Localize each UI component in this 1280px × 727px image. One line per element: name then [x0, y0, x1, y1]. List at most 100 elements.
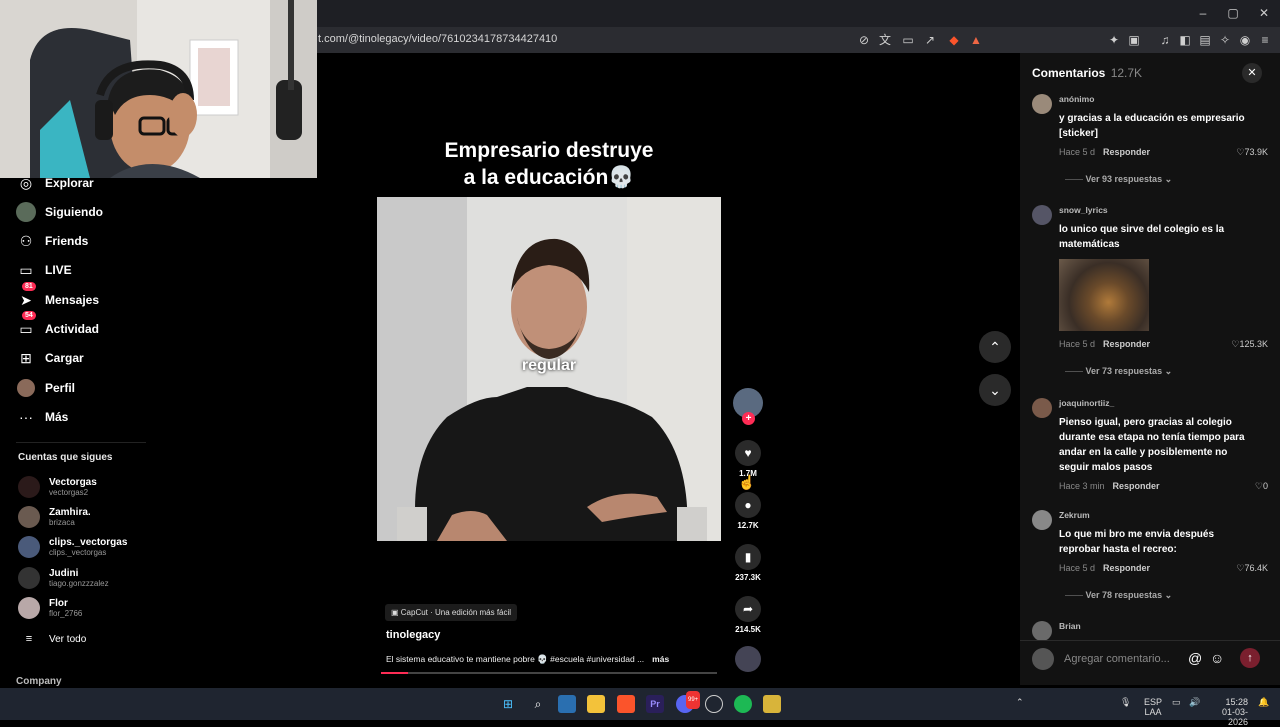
share-icon[interactable]: ↗ [922, 32, 938, 48]
file-explorer-icon[interactable] [587, 695, 605, 713]
comment-item: Brian [1032, 621, 1268, 641]
avatar[interactable] [1032, 94, 1052, 114]
leo-ai-icon[interactable]: ✧ [1217, 32, 1233, 48]
reply-button[interactable]: Responder [1103, 147, 1150, 157]
chevron-down-icon: ⌄ [989, 381, 1001, 398]
following-account[interactable]: Judini tiago.gonzzzalez [18, 567, 109, 589]
media-icon[interactable]: ♫ [1157, 32, 1173, 48]
photos-icon[interactable] [558, 695, 576, 713]
comment-button[interactable]: ● 12.7K [735, 492, 761, 530]
view-replies-button[interactable]: —— Ver 73 respuestas ⌄ [1065, 366, 1172, 377]
sidebar-item-actividad[interactable]: ▭ 54 Actividad [16, 311, 99, 340]
comment-user[interactable]: joaquinortiiz_ [1059, 398, 1114, 408]
comment-like-button[interactable]: ♡73.9K [1236, 147, 1268, 158]
sidebar-item-label: Cargar [45, 351, 84, 365]
translate-icon[interactable]: 文 [877, 32, 893, 48]
url-text[interactable]: t.com/@tinolegacy/video/7610234178734427… [318, 33, 557, 45]
no-tracking-icon[interactable]: ⊘ [856, 32, 872, 48]
vpn-icon[interactable]: ◉ [1237, 32, 1253, 48]
company-link[interactable]: Company [16, 676, 62, 687]
extensions-icon[interactable]: ✦ [1106, 32, 1122, 48]
cast-icon[interactable]: ▭ [900, 32, 916, 48]
comment-user[interactable]: Zekrum [1059, 510, 1090, 520]
tray-chevron-icon[interactable]: ⌃ [1016, 697, 1024, 708]
avatar[interactable] [1032, 398, 1052, 418]
comment-user[interactable]: anónimo [1059, 94, 1094, 104]
screenshot-icon[interactable]: ▣ [1126, 32, 1142, 48]
comment-like-button[interactable]: ♡76.4K [1236, 563, 1268, 574]
volume-icon[interactable]: 🔊 [1189, 697, 1200, 708]
video-player[interactable]: regular [377, 197, 721, 541]
see-all-link[interactable]: ≡ Ver todo [18, 633, 86, 645]
avatar[interactable] [1032, 205, 1052, 225]
sidebar-item-mensajes[interactable]: ➤ 81 Mensajes [16, 282, 99, 311]
mention-icon[interactable]: @ [1188, 650, 1202, 666]
more-link[interactable]: más [652, 654, 669, 664]
save-button[interactable]: ▮ 237.3K [735, 544, 761, 582]
capcut-tag[interactable]: ▣ CapCut · Una edición más fácil [385, 604, 518, 621]
reply-button[interactable]: Responder [1103, 339, 1150, 349]
activity-badge: 54 [22, 311, 36, 320]
comment-input[interactable]: Agregar comentario... [1054, 647, 1184, 671]
following-account[interactable]: clips._vectorgas clips._vectorgas [18, 536, 127, 558]
minimize-button[interactable]: – [1188, 4, 1218, 22]
network-icon[interactable]: ▭ [1172, 697, 1181, 708]
app-icon[interactable] [763, 695, 781, 713]
brave-rewards-icon[interactable]: ▲ [968, 32, 984, 48]
clock[interactable]: 15:28 01-03-2026 [1208, 697, 1248, 727]
close-window-button[interactable]: ✕ [1249, 4, 1279, 22]
comment-like-button[interactable]: ♡125.3K [1231, 339, 1268, 350]
menu-icon[interactable]: ≡ [1257, 32, 1273, 48]
emoji-icon[interactable]: ☺ [1210, 650, 1224, 666]
creator-avatar-button[interactable]: + [733, 388, 763, 425]
sidebar-item-cargar[interactable]: ⊞ Cargar [16, 347, 84, 369]
sidebar-item-friends[interactable]: ⚇ Friends [16, 230, 89, 252]
sidebar-item-live[interactable]: ▭ LIVE [16, 259, 71, 281]
comment-sticker-image[interactable] [1059, 259, 1149, 331]
follow-plus-icon[interactable]: + [742, 412, 755, 425]
previous-video-button[interactable]: ⌃ [979, 331, 1011, 363]
view-replies-button[interactable]: —— Ver 93 respuestas ⌄ [1065, 174, 1172, 185]
comment-like-button[interactable]: ♡0 [1255, 481, 1268, 492]
following-account[interactable]: Flor flor_2766 [18, 597, 82, 619]
discord-icon[interactable]: 99+ [676, 691, 701, 713]
music-disc-button[interactable] [735, 646, 761, 672]
obs-icon[interactable] [705, 695, 723, 713]
like-button[interactable]: ♥ 1.7M [735, 440, 761, 478]
view-replies-button[interactable]: —— Ver 78 respuestas ⌄ [1065, 590, 1172, 601]
avatar[interactable] [1032, 510, 1052, 530]
notifications-icon[interactable]: 🔔 [1258, 697, 1269, 708]
close-comments-button[interactable]: ✕ [1242, 63, 1262, 83]
video-progress-bar[interactable] [381, 672, 717, 674]
reply-button[interactable]: Responder [1113, 481, 1160, 491]
share-count: 214.5K [735, 625, 761, 634]
video-author[interactable]: tinolegacy [386, 629, 440, 641]
following-account[interactable]: Vectorgas vectorgas2 [18, 476, 97, 498]
windows-start-icon[interactable]: ⊞ [499, 695, 517, 713]
avatar[interactable] [1032, 621, 1052, 641]
share-button[interactable]: ➦ 214.5K [735, 596, 761, 634]
following-account[interactable]: Zamhira. brizaca [18, 506, 91, 528]
mic-icon[interactable]: 🎙 [1120, 697, 1131, 708]
sidebar-item-siguiendo[interactable]: Siguiendo [16, 201, 103, 223]
spotify-icon[interactable] [734, 695, 752, 713]
sidebar-item-perfil[interactable]: Perfil [16, 377, 75, 399]
comment-user[interactable]: snow_lyrics [1059, 205, 1108, 215]
comment-user[interactable]: Brian [1059, 621, 1081, 631]
sidebar-item-explorar[interactable]: ◎ Explorar [16, 172, 94, 194]
search-icon[interactable]: ⌕ [529, 695, 547, 713]
sidebar-item-mas[interactable]: ··· Más [16, 406, 68, 428]
compass-icon: ◎ [19, 174, 33, 191]
send-button[interactable]: ↑ [1240, 648, 1260, 668]
maximize-button[interactable]: ▢ [1218, 4, 1248, 22]
sidebar-item-label: Explorar [45, 176, 94, 190]
live-tv-icon: ▭ [19, 261, 33, 278]
brave-browser-icon[interactable] [617, 695, 635, 713]
wallet-icon[interactable]: ▤ [1197, 32, 1213, 48]
brave-shield-icon[interactable]: ◆ [946, 32, 962, 48]
sidebar-toggle-icon[interactable]: ◧ [1177, 32, 1193, 48]
reply-button[interactable]: Responder [1103, 563, 1150, 573]
premiere-icon[interactable]: Pr [646, 695, 664, 713]
next-video-button[interactable]: ⌄ [979, 374, 1011, 406]
language-indicator[interactable]: ESP LAA [1144, 697, 1162, 717]
